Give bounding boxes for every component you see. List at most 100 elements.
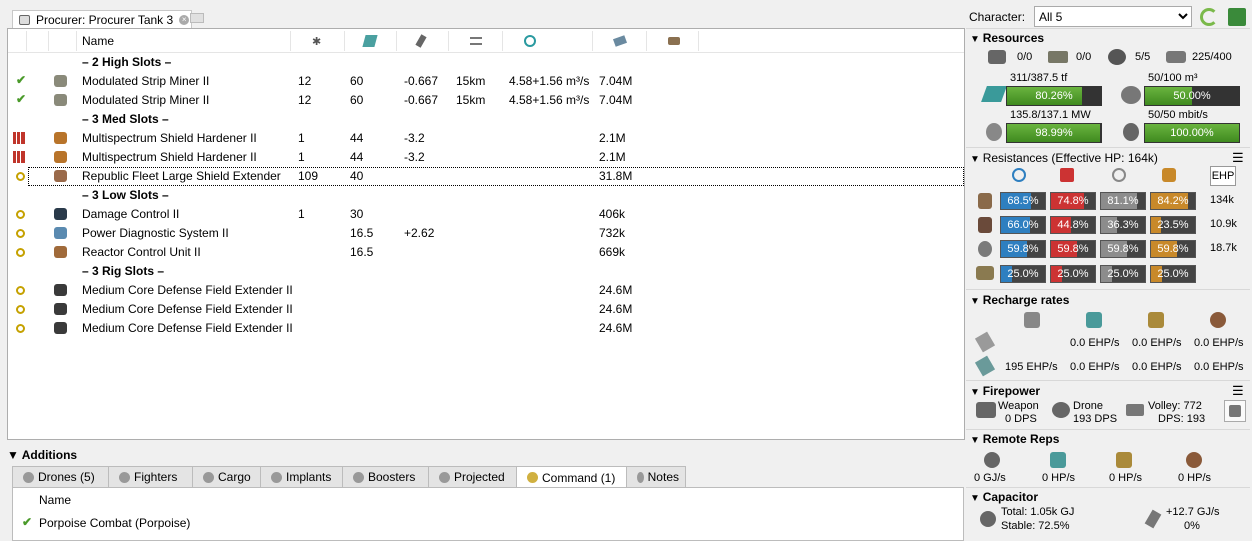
- online-state-icon[interactable]: [16, 172, 25, 181]
- module-row[interactable]: ✔ Modulated Strip Miner II 12 60 -0.667 15km 4…: [8, 72, 964, 91]
- module-name: Damage Control II: [82, 207, 180, 221]
- remote-cap-value: 0 GJ/s: [974, 472, 1006, 484]
- additions-tabs: Drones (5) Fighters Cargo Implants Boosters P…: [12, 466, 962, 488]
- slot-group-header[interactable]: – 3 Rig Slots –: [8, 262, 964, 281]
- module-c6: 24.6M: [599, 302, 633, 316]
- overheat-state-icon[interactable]: [13, 132, 25, 144]
- additions-tab[interactable]: Projected: [428, 466, 518, 487]
- additions-tab[interactable]: Drones (5): [12, 466, 110, 487]
- calibration-count: 225/400: [1192, 51, 1232, 63]
- slot-group-header[interactable]: – 2 High Slots –: [8, 53, 964, 72]
- capacitor-header[interactable]: Capacitor: [970, 490, 1038, 504]
- firepower-menu-icon[interactable]: ☰: [1232, 383, 1244, 399]
- remote-reps-header[interactable]: Remote Reps: [970, 432, 1060, 446]
- online-state-icon[interactable]: [16, 248, 25, 257]
- module-c6: 24.6M: [599, 321, 633, 335]
- fit-tab[interactable]: Procurer: Procurer Tank 3 ×: [12, 10, 192, 28]
- resist-cell: 44.8%: [1050, 216, 1096, 234]
- module-c6: 406k: [599, 207, 626, 221]
- module-row[interactable]: Damage Control II 1 30 406k: [8, 205, 964, 224]
- resist-cell: 25.0%: [1050, 265, 1096, 283]
- active-state-icon[interactable]: ✔: [16, 92, 26, 106]
- module-c4: 15km: [456, 74, 486, 88]
- gear-icon: [1229, 405, 1241, 417]
- additions-tab-label: Projected: [454, 470, 505, 484]
- drones-active-count: 5/5: [1135, 51, 1151, 63]
- tab-icon: [527, 472, 538, 483]
- module-row[interactable]: Medium Core Defense Field Extender II 24.…: [8, 319, 964, 338]
- ehp-toggle-button[interactable]: EHP: [1210, 166, 1236, 186]
- additions-tab[interactable]: Fighters: [108, 466, 194, 487]
- hull-layer-icon: [978, 241, 992, 257]
- module-icon: [54, 94, 67, 106]
- module-c3: -0.667: [404, 93, 439, 107]
- online-state-icon[interactable]: [16, 229, 25, 238]
- launcher-count: 0/0: [1076, 51, 1092, 63]
- cap-delta-icon: [1144, 509, 1162, 529]
- module-row[interactable]: Power Diagnostic System II 16.5 +2.62 732k: [8, 224, 964, 243]
- damage-settings-button[interactable]: [1224, 400, 1246, 422]
- online-state-icon[interactable]: [16, 324, 25, 333]
- module-icon: [54, 170, 67, 182]
- resistances-header[interactable]: Resistances (Effective HP: 164k): [970, 151, 1158, 165]
- module-name: Multispectrum Shield Hardener II: [82, 150, 257, 164]
- resist-cell: 84.2%: [1150, 192, 1196, 210]
- resist-cell: 59.8%: [1000, 240, 1046, 258]
- resist-value: 25.0%: [1007, 268, 1039, 280]
- module-c3: -0.667: [404, 74, 439, 88]
- capacitor-icon: [980, 511, 996, 527]
- resist-cell: 81.1%: [1100, 192, 1146, 210]
- misc-icon: [668, 37, 680, 45]
- module-row[interactable]: Medium Core Defense Field Extender II 24.…: [8, 281, 964, 300]
- active-state-icon[interactable]: ✔: [16, 73, 26, 87]
- powergrid-icon: [986, 123, 1002, 141]
- resist-value: 59.8%: [1007, 243, 1039, 255]
- recharge-header[interactable]: Recharge rates: [970, 293, 1070, 307]
- additions-header[interactable]: ▼ Additions: [7, 448, 77, 462]
- additions-tab[interactable]: Cargo: [192, 466, 262, 487]
- online-state-icon[interactable]: [16, 210, 25, 219]
- module-c2: 16.5: [350, 245, 374, 259]
- slot-group-header[interactable]: – 3 Low Slots –: [8, 186, 964, 205]
- module-c2: 40: [350, 169, 364, 183]
- additions-tab[interactable]: Implants: [260, 466, 344, 487]
- launcher-hardpoint-icon: [1048, 51, 1068, 63]
- module-icon: [54, 151, 67, 163]
- additions-tab[interactable]: Command (1): [516, 466, 628, 488]
- module-row[interactable]: Reactor Control Unit II 16.5 669k: [8, 243, 964, 262]
- volley-icon: [1126, 404, 1144, 416]
- new-tab-icon[interactable]: [190, 13, 204, 23]
- online-state-icon[interactable]: [16, 286, 25, 295]
- additions-tab[interactable]: Notes: [626, 466, 686, 487]
- damage-pattern-icon: [976, 266, 994, 280]
- fit-tab-label: Procurer: Procurer Tank 3: [36, 12, 174, 27]
- recharge-r1-c3: 0.0 EHP/s: [1194, 337, 1244, 349]
- armor-repair-icon: [1148, 312, 1164, 328]
- module-c2: 30: [350, 207, 364, 221]
- volley-value: Volley: 772: [1148, 400, 1202, 412]
- module-c3: -3.2: [404, 131, 425, 145]
- module-c6: 24.6M: [599, 283, 633, 297]
- module-icon: [54, 284, 67, 296]
- module-row[interactable]: ✔ Modulated Strip Miner II 12 60 -0.667 15km 4…: [8, 91, 964, 110]
- firepower-header[interactable]: Firepower: [970, 384, 1040, 398]
- resistances-menu-icon[interactable]: ☰: [1232, 150, 1244, 166]
- module-row[interactable]: Multispectrum Shield Hardener II 1 44 -3.2 2…: [8, 129, 964, 148]
- module-c5: 4.58+1.56 m³/s: [509, 74, 590, 88]
- active-check-icon[interactable]: ✔: [22, 515, 32, 529]
- additions-item[interactable]: Porpoise Combat (Porpoise): [39, 516, 190, 530]
- module-name: Modulated Strip Miner II: [82, 93, 210, 107]
- online-state-icon[interactable]: [16, 305, 25, 314]
- slot-group-header[interactable]: – 3 Med Slots –: [8, 110, 964, 129]
- module-row[interactable]: Republic Fleet Large Shield Extender 109 4…: [16, 167, 964, 186]
- resist-value: 25.0%: [1057, 268, 1089, 280]
- module-row[interactable]: Multispectrum Shield Hardener II 1 44 -3.2 2…: [8, 148, 964, 167]
- additions-tab[interactable]: Boosters: [342, 466, 430, 487]
- close-icon[interactable]: ×: [179, 14, 190, 25]
- resources-header[interactable]: Resources: [970, 31, 1044, 45]
- module-c2: 44: [350, 150, 364, 164]
- remote-hull-value: 0 HP/s: [1178, 472, 1212, 484]
- tab-icon: [119, 471, 130, 483]
- overheat-state-icon[interactable]: [13, 151, 25, 163]
- module-row[interactable]: Medium Core Defense Field Extender II 24.…: [8, 300, 964, 319]
